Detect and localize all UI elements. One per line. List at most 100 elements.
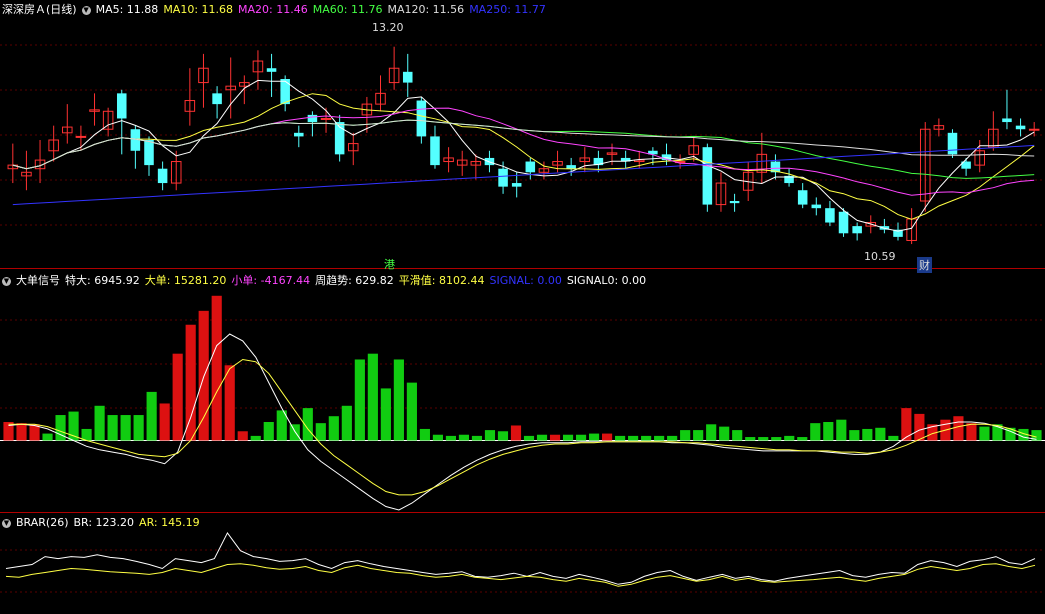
candle-body [280, 79, 290, 105]
big-order-label-3: 周趋势: 629.82 [315, 274, 394, 287]
volume-bar [16, 423, 27, 441]
candle-body [144, 140, 154, 166]
volume-bar [966, 423, 977, 441]
candle-body [294, 132, 304, 137]
volume-bar [888, 435, 899, 441]
volume-bar [42, 433, 53, 441]
volume-bar [146, 391, 157, 441]
candle-body [1028, 128, 1040, 131]
candle-body [307, 114, 318, 123]
candle-body [702, 147, 713, 205]
volume-bar [419, 428, 430, 441]
collapse-toggle-icon[interactable]: ▼ [2, 276, 11, 286]
volume-bar [523, 435, 535, 441]
volume-bar [575, 434, 587, 441]
volume-bar [953, 416, 964, 441]
br-line [5, 531, 1036, 585]
volume-bar [667, 435, 678, 441]
big-order-label-5: SIGNAL: 0.00 [489, 274, 562, 287]
candle-body [402, 71, 413, 83]
volume-bar [354, 359, 365, 441]
candle-body [525, 161, 536, 173]
volume-bar [159, 403, 170, 441]
volume-bar [641, 435, 652, 441]
volume-bar [211, 295, 222, 441]
volume-bar [536, 434, 548, 441]
volume-bar [771, 437, 782, 441]
candle-body [1015, 125, 1026, 130]
volume-bar [615, 435, 626, 441]
volume-bar [549, 434, 561, 441]
volume-bar [484, 430, 496, 441]
candle-body [320, 117, 332, 120]
big-order-panel-header: ▼ 大单信号 特大: 6945.92 大单: 15281.20 小单: -4167.44… [2, 273, 656, 288]
volume-bar [823, 422, 834, 441]
ma5-line [12, 79, 1035, 232]
volume-bar [341, 405, 352, 441]
volume-bar [849, 430, 860, 441]
volume-bar [406, 382, 417, 441]
volume-bar [250, 435, 261, 441]
candle-body [266, 68, 277, 72]
volume-bar [315, 423, 326, 441]
volume-bar [263, 422, 274, 441]
volume-bar [224, 365, 235, 441]
candle-body [811, 204, 822, 209]
volume-bar [784, 435, 795, 441]
ma10-line [12, 93, 1035, 220]
low-price-label: 10.59 [864, 250, 896, 263]
volume-bar [445, 435, 457, 441]
volume-bar [380, 388, 391, 441]
volume-bar [510, 425, 522, 441]
volume-bar [107, 415, 118, 441]
volume-bar [797, 437, 808, 441]
volume-bar [745, 437, 756, 441]
candle-body [729, 201, 740, 204]
volume-bar [836, 419, 847, 441]
big-order-label-1: 大单: 15281.20 [144, 274, 227, 287]
marker-cai[interactable]: 财 [917, 257, 932, 273]
volume-bar [758, 437, 769, 441]
volume-bar [185, 324, 196, 441]
candle-body [498, 168, 508, 187]
brar-title[interactable]: BRAR(26) [16, 516, 69, 529]
candle-body [212, 93, 222, 105]
volume-bar [654, 435, 665, 441]
volume-bar [289, 424, 300, 441]
volume-bar [94, 405, 105, 441]
volume-bar [133, 415, 144, 441]
volume-bar [458, 434, 470, 441]
candle-body [797, 190, 808, 205]
brar-panel-header: ▼ BRAR(26) BR: 123.20 AR: 145.19 [2, 515, 210, 530]
big-order-label-6: SIGNAL0: 0.00 [566, 274, 647, 287]
high-price-label: 13.20 [372, 21, 404, 34]
volume-bar [588, 433, 600, 441]
candle-body [416, 100, 427, 137]
ma120-line [12, 119, 1035, 170]
big-order-label-4: 平滑值: 8102.44 [398, 274, 485, 287]
volume-bar [497, 431, 509, 441]
candle-body [157, 168, 168, 184]
big-order-label-2: 小单: -4167.44 [231, 274, 311, 287]
brar-label-1: AR: 145.19 [139, 516, 200, 529]
marker-gang[interactable]: 港 [384, 256, 395, 272]
volume-bar [719, 426, 730, 441]
volume-bar [914, 413, 925, 441]
volume-bar [628, 435, 639, 441]
candle-body [116, 93, 127, 119]
volume-bar [706, 424, 717, 441]
volume-bar [367, 353, 378, 441]
panel-separator [0, 512, 1045, 513]
big-order-label-0: 特大: 6945.92 [65, 274, 140, 287]
volume-bar [732, 430, 743, 441]
panel-separator [0, 268, 1045, 269]
volume-bar [471, 435, 483, 441]
volume-bar [810, 423, 821, 441]
candle-body [511, 183, 522, 187]
volume-bar [172, 353, 183, 441]
volume-bar [693, 430, 704, 441]
volume-bar [875, 427, 886, 441]
collapse-toggle-icon[interactable]: ▼ [2, 518, 11, 528]
volume-bar [680, 430, 691, 441]
big-order-title[interactable]: 大单信号 [16, 274, 60, 287]
